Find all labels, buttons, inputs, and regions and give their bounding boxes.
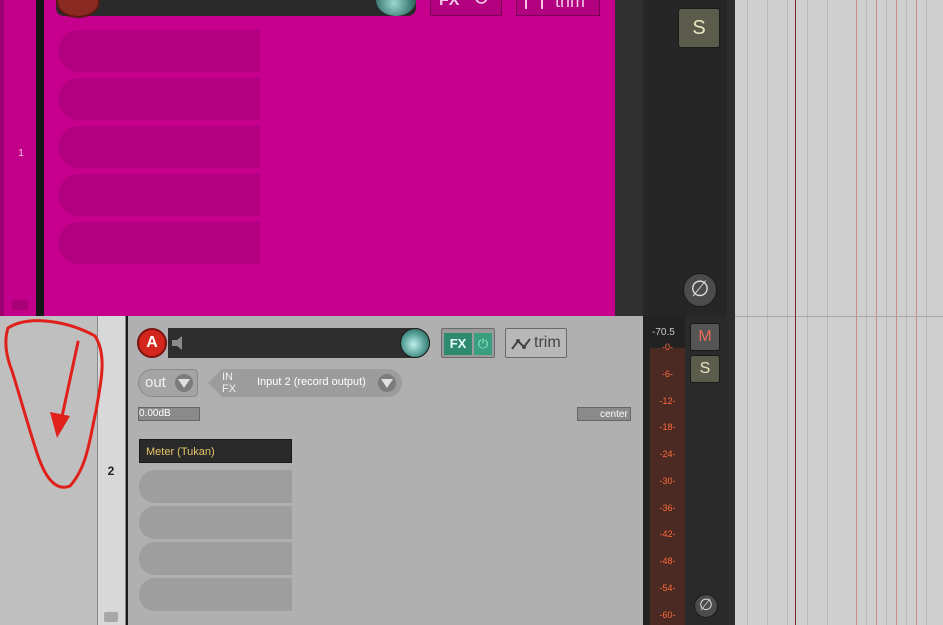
track2-trim-button[interactable]: trim	[505, 328, 567, 358]
meter-tick: -6-	[662, 369, 673, 379]
meter-tick: -12-	[659, 396, 676, 406]
timeline-divider[interactable]	[727, 0, 735, 625]
power-icon[interactable]: ⏻	[474, 333, 492, 355]
track1-fx-slot[interactable]	[58, 30, 260, 72]
track1-fx-slot[interactable]	[58, 174, 260, 216]
track2-solo-button[interactable]: S	[690, 355, 720, 383]
meter-tick: -36-	[659, 503, 676, 513]
meter-tick: -60-	[659, 610, 676, 620]
meter-peak-value[interactable]: -70.5	[652, 327, 675, 338]
track1-fx-slot[interactable]	[58, 78, 260, 120]
grid-line	[876, 0, 877, 625]
track1-fx-slot[interactable]	[58, 222, 260, 264]
track2-phase-invert-button[interactable]: ∅	[694, 594, 718, 618]
grid-line	[807, 0, 808, 625]
pan-value: center	[600, 409, 628, 420]
folder-icon[interactable]	[104, 612, 118, 622]
meter-tick: -30-	[659, 476, 676, 486]
arrange-timeline[interactable]	[727, 0, 943, 625]
track1-number: 1	[18, 148, 24, 159]
track2-header-left[interactable]	[0, 316, 98, 625]
track2-pan-knob[interactable]	[400, 328, 430, 358]
grid-line	[866, 0, 867, 625]
chevron-down-icon	[175, 374, 193, 392]
grid-line	[747, 0, 748, 625]
meter-tick: -54-	[659, 583, 676, 593]
track1-color-strip	[0, 0, 4, 316]
track1-volume-fader[interactable]	[56, 0, 416, 16]
track2-fx-slot[interactable]	[139, 578, 292, 611]
track1-fx-button[interactable]: FX ⏻	[430, 0, 502, 16]
track1-header[interactable]: 1	[0, 0, 44, 316]
track2-mute-button[interactable]: M	[690, 323, 720, 351]
output-label: out	[145, 374, 166, 391]
grid-line	[767, 0, 768, 625]
speaker-icon[interactable]	[170, 333, 190, 353]
track1-phase-invert-button[interactable]: ∅	[683, 273, 717, 307]
meter-tick: -24-	[659, 449, 676, 459]
track2-fx-button[interactable]: FX ⏻	[441, 328, 495, 358]
track1-solo-button[interactable]: S	[678, 8, 720, 48]
track2-volume-fader[interactable]	[168, 328, 430, 358]
grid-line	[906, 0, 907, 625]
envelope-icon	[511, 338, 531, 350]
track2-number: 2	[107, 464, 115, 478]
meter-tick: -48-	[659, 556, 676, 566]
fx-chain-item[interactable]: Meter (Tukan)	[139, 439, 292, 463]
grid-line	[916, 0, 917, 625]
meter-tick: -0-	[662, 342, 673, 352]
volume-value: 0.00dB	[139, 408, 171, 419]
track1-separator	[36, 0, 44, 316]
track2-record-arm-button[interactable]: A	[137, 328, 167, 358]
input-fx-label-top: IN	[222, 371, 233, 383]
meter-tick: -42-	[659, 529, 676, 539]
input-fx-label-bottom: FX	[222, 383, 237, 395]
input-fx-label: IN FX	[222, 371, 236, 395]
chevron-down-icon[interactable]	[378, 374, 396, 392]
grid-line	[856, 0, 857, 625]
track1-fx-slot[interactable]	[58, 126, 260, 168]
grid-line	[896, 0, 897, 625]
track1-trim-label: trim	[555, 0, 585, 11]
track2-fx-slot[interactable]	[139, 506, 292, 539]
track2-fx-label: FX	[444, 333, 472, 355]
track2-fx-slot[interactable]	[139, 542, 292, 575]
grid-line	[787, 0, 788, 625]
track2-output-button[interactable]: out	[138, 369, 198, 397]
track2-fx-slot[interactable]	[139, 470, 292, 503]
grid-line	[926, 0, 927, 625]
envelope-icon	[525, 0, 543, 9]
grid-line	[827, 0, 828, 625]
track1-meter-area	[615, 0, 643, 316]
grid-line	[886, 0, 887, 625]
input-route-label: Input 2 (record output)	[257, 376, 366, 388]
folder-icon[interactable]	[12, 300, 28, 310]
edit-cursor[interactable]	[795, 0, 796, 625]
track1-fx-label: FX	[439, 0, 460, 9]
meter-tick: -18-	[659, 422, 676, 432]
track1-trim-button[interactable]: trim	[516, 0, 600, 16]
track2-trim-label: trim	[534, 334, 561, 351]
fx-chain-item-label: Meter (Tukan)	[146, 446, 215, 458]
power-icon: ⏻	[475, 0, 488, 8]
track-divider-line	[735, 316, 943, 317]
